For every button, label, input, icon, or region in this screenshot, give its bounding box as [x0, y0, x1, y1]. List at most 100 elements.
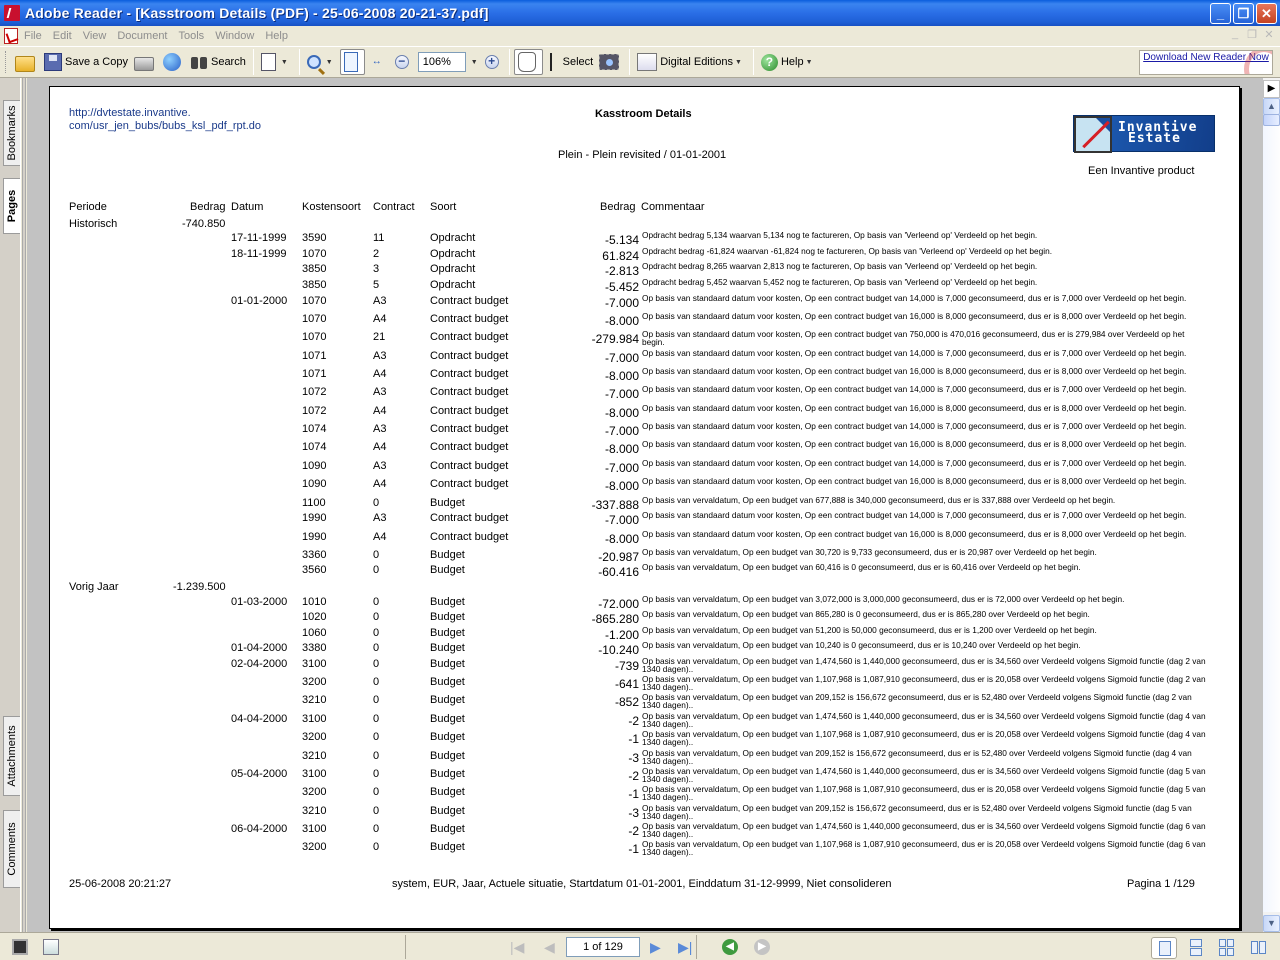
zoom-level-input[interactable]	[417, 52, 466, 72]
row-kostensoort: 3200	[302, 841, 327, 853]
next-view-icon[interactable]: ▶	[754, 939, 770, 955]
zoom-in-button[interactable]: +	[482, 49, 505, 75]
email-button[interactable]	[160, 49, 187, 75]
product-caption: Een Invantive product	[1088, 165, 1195, 177]
row-commentaar: Op basis van vervaldatum, Op een budget …	[642, 495, 1116, 505]
row-bedrag: -5.452	[604, 280, 639, 294]
table-row: 1074 A3 Contract budget -7.000 Op basis van …	[50, 422, 1241, 439]
scroll-up-icon[interactable]: ▲	[1263, 98, 1280, 115]
row-kostensoort: 3100	[302, 823, 327, 835]
row-kostensoort: 1060	[302, 627, 327, 639]
row-commentaar: Op basis van vervaldatum, Op een budget …	[642, 839, 1206, 857]
fit-page-button[interactable]	[339, 49, 365, 75]
table-row: 1090 A3 Contract budget -7.000 Op basis van …	[50, 458, 1241, 476]
single-page-layout-button[interactable]	[1151, 937, 1177, 959]
zoom-in-tool-button[interactable]: ▼	[304, 49, 340, 75]
vertical-scrollbar[interactable]: ▶ ▲ ▼	[1263, 78, 1280, 932]
row-kostensoort: 3850	[302, 279, 327, 291]
continuous-facing-layout-button[interactable]	[1214, 937, 1240, 959]
row-kostensoort: 1072	[302, 405, 327, 417]
continuous-layout-button[interactable]	[1183, 937, 1209, 959]
first-page-icon[interactable]: |◀	[510, 939, 524, 956]
menu-document[interactable]: Document	[117, 30, 167, 42]
table-row: 1071 A3 Contract budget -7.000 Op basis van …	[50, 349, 1241, 366]
table-row: 1990 A4 Contract budget -8.000 Op basis van …	[50, 530, 1241, 547]
digital-editions-button[interactable]: Digital Editions ▼	[634, 49, 749, 75]
download-new-reader-link[interactable]: Download New Reader Now	[1139, 50, 1273, 75]
row-datum: 01-03-2000	[231, 596, 288, 608]
menu-window[interactable]: Window	[215, 30, 254, 42]
search-label: Search	[210, 56, 246, 68]
pages-menu-button[interactable]: ▼	[258, 49, 295, 75]
show-pane-arrow-icon[interactable]: ▶	[1263, 80, 1280, 98]
document-properties-icon[interactable]	[43, 939, 59, 955]
previous-view-icon[interactable]: ◀	[722, 939, 738, 955]
pane-splitter[interactable]	[22, 78, 26, 932]
row-kostensoort: 1072	[302, 386, 327, 398]
table-row: 3210 0 Budget -3 Op basis van vervaldatum, O…	[50, 749, 1241, 766]
row-soort: Contract budget	[430, 368, 509, 380]
scrollbar-track[interactable]	[1263, 112, 1280, 912]
previous-page-icon[interactable]: ◀	[544, 939, 555, 956]
doc-minimize-button[interactable]: _	[1228, 28, 1242, 41]
open-button[interactable]	[12, 49, 41, 75]
row-commentaar: Op basis van standaard datum voor kosten…	[642, 458, 1187, 468]
tab-attachments[interactable]: Attachments	[3, 716, 20, 796]
row-kostensoort: 3200	[302, 676, 327, 688]
row-contract: 0	[373, 676, 380, 688]
fit-width-button[interactable]: ↔	[365, 49, 392, 75]
row-bedrag: -1	[628, 842, 639, 856]
row-soort: Contract budget	[430, 386, 509, 398]
menu-tools[interactable]: Tools	[179, 30, 205, 42]
menu-help[interactable]: Help	[265, 30, 288, 42]
row-soort: Contract budget	[430, 313, 509, 325]
chevron-down-icon: ▼	[805, 58, 813, 66]
footer-page-number: Pagina 1 /129	[1127, 878, 1195, 890]
zoom-out-button[interactable]: −	[392, 49, 415, 75]
zoom-dropdown-icon[interactable]: ▼	[471, 59, 478, 66]
doc-restore-button[interactable]: ❐	[1245, 28, 1259, 41]
tab-pages[interactable]: Pages	[3, 178, 20, 234]
row-bedrag: -20.987	[598, 550, 639, 564]
tab-bookmarks[interactable]: Bookmarks	[3, 100, 20, 166]
snapshot-button[interactable]	[596, 49, 625, 75]
facing-layout-button[interactable]	[1246, 937, 1272, 959]
next-page-icon[interactable]: ▶	[650, 939, 661, 956]
row-soort: Contract budget	[430, 423, 509, 435]
tab-bookmarks-label: Bookmarks	[6, 105, 18, 161]
toolbar-grip[interactable]	[5, 51, 8, 73]
row-commentaar: Op basis van standaard datum voor kosten…	[642, 439, 1187, 449]
report-url[interactable]: http://dvtestate.invantive. com/usr_jen_…	[69, 107, 261, 133]
row-datum: 05-04-2000	[231, 768, 288, 780]
pdf-document-icon[interactable]	[4, 28, 18, 44]
menu-file[interactable]: File	[24, 30, 42, 42]
row-kostensoort: 1010	[302, 596, 327, 608]
help-button[interactable]: ? Help ▼	[758, 49, 820, 75]
restore-button[interactable]: ❐	[1233, 3, 1254, 24]
row-soort: Contract budget	[430, 405, 509, 417]
hand-tool-button[interactable]	[513, 49, 543, 75]
menu-view[interactable]: View	[83, 30, 107, 42]
row-bedrag: -3	[628, 806, 639, 820]
scrollbar-thumb[interactable]	[1263, 114, 1280, 126]
select-tool-button[interactable]: Select	[543, 49, 597, 75]
row-soort: Contract budget	[430, 295, 509, 307]
table-row: 3200 0 Budget -1 Op basis van vervaldatum, O…	[50, 839, 1241, 857]
last-page-icon[interactable]: ▶|	[678, 939, 692, 956]
doc-close-button[interactable]: ✕	[1262, 28, 1276, 41]
row-commentaar: Op basis van standaard datum voor kosten…	[642, 384, 1187, 394]
search-button[interactable]: Search	[187, 49, 249, 75]
print-button[interactable]	[131, 49, 160, 75]
toolbar: Save a Copy Search ▼ ▼ ↔ − ▼ + Select Di…	[0, 46, 1280, 78]
row-contract: A4	[373, 313, 387, 325]
minimize-button[interactable]: _	[1210, 3, 1231, 24]
menu-edit[interactable]: Edit	[53, 30, 72, 42]
row-soort: Contract budget	[430, 512, 509, 524]
scroll-down-icon[interactable]: ▼	[1263, 915, 1280, 932]
save-copy-button[interactable]: Save a Copy	[41, 49, 131, 75]
monitor-icon[interactable]	[12, 939, 28, 955]
row-soort: Budget	[430, 731, 465, 743]
tab-comments[interactable]: Comments	[3, 810, 20, 888]
close-button[interactable]: ✕	[1256, 3, 1277, 24]
page-number-input[interactable]	[566, 937, 640, 957]
